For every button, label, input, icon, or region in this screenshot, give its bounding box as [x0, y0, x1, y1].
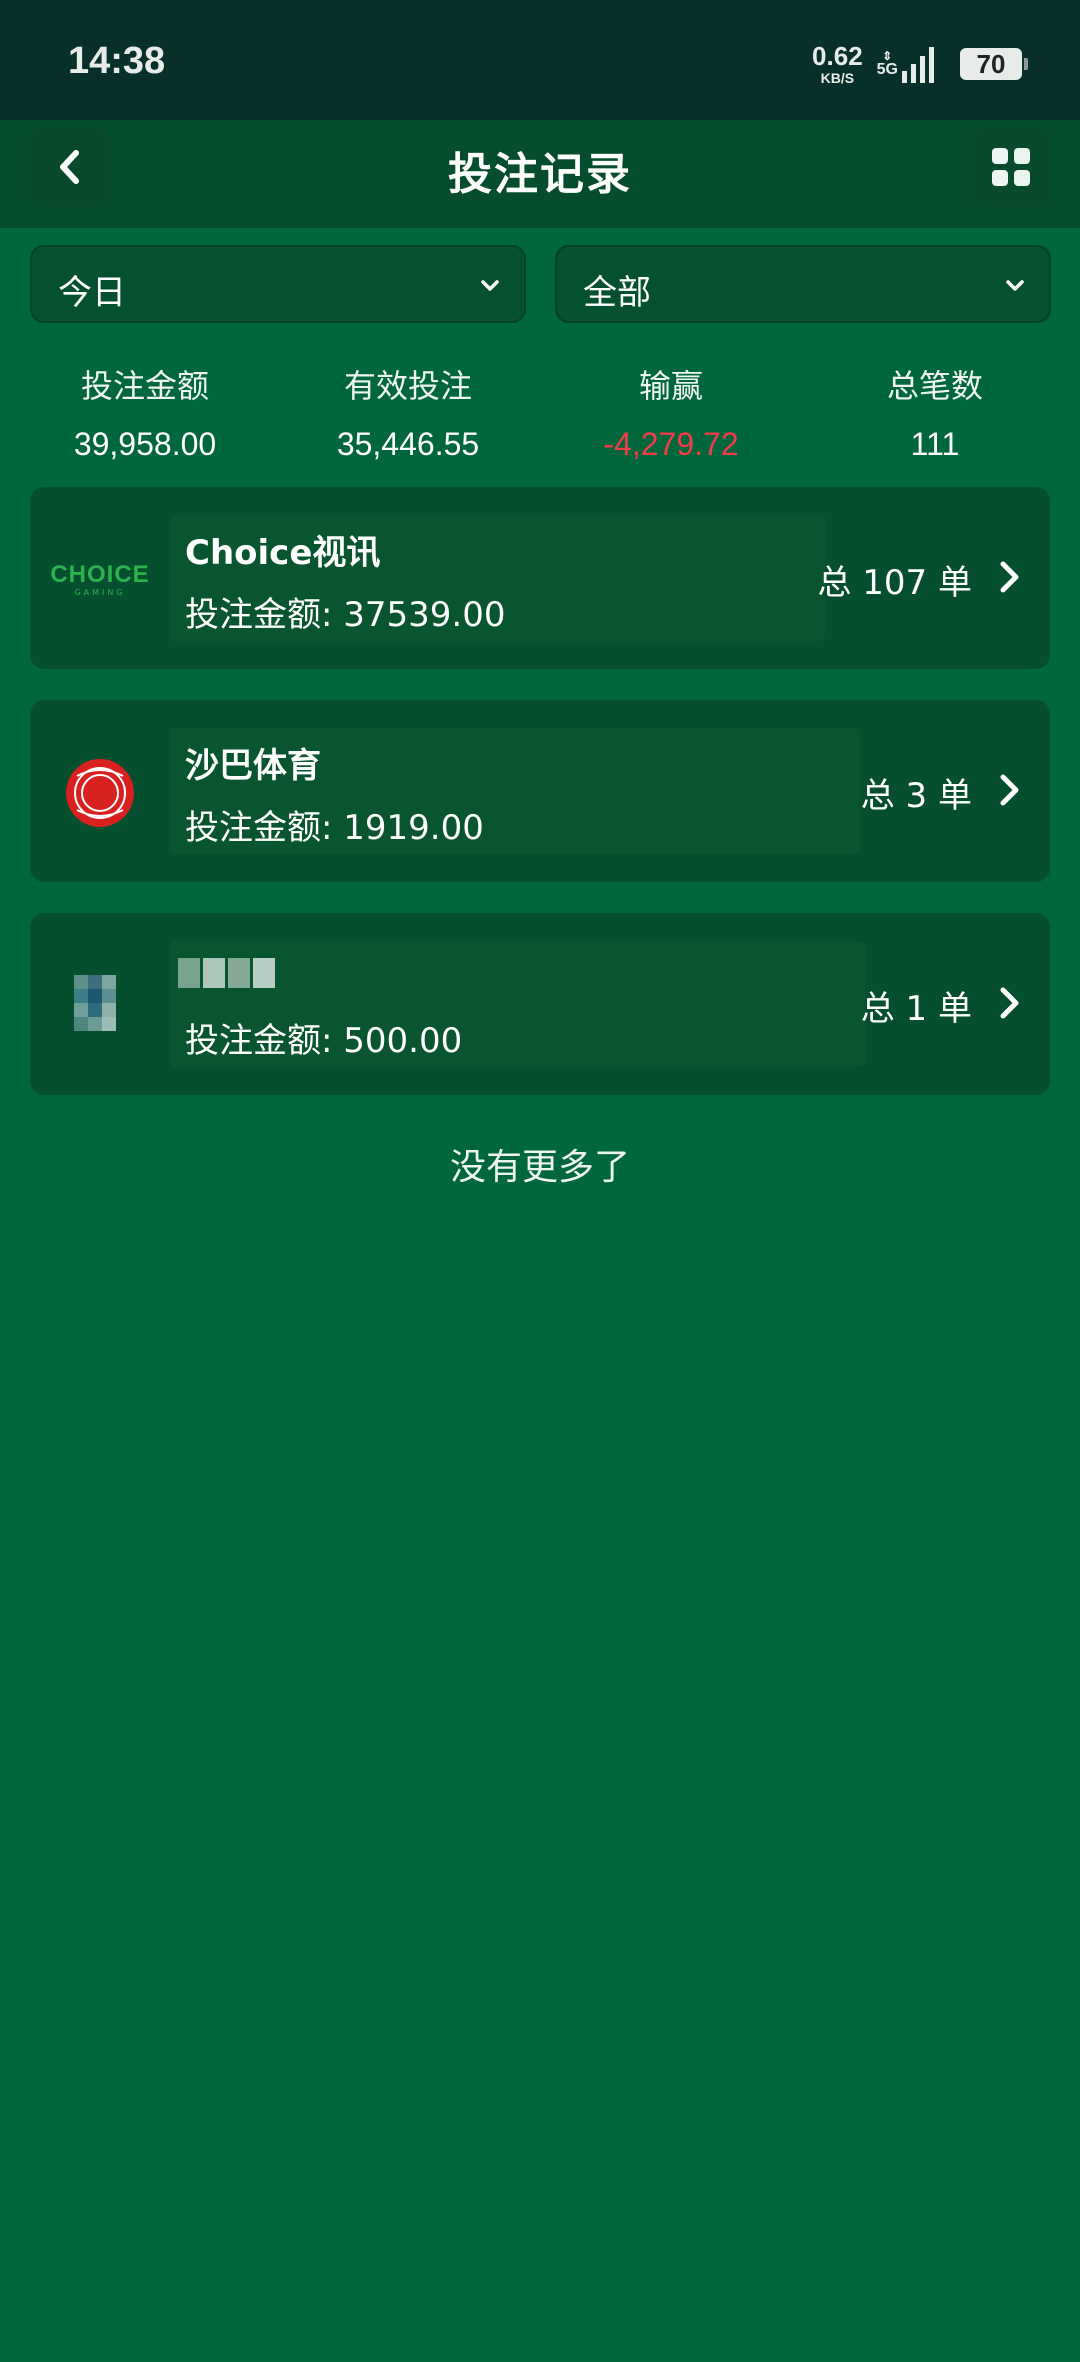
menu-button[interactable]: [972, 128, 1050, 206]
record-name: Choice视讯: [185, 533, 381, 573]
stat-value: 111: [910, 426, 960, 462]
chevron-down-icon: [1006, 280, 1024, 291]
status-time: 14:38: [68, 40, 166, 82]
record-card-saba[interactable]: 沙巴体育 投注金额: 1919.00 总 3 单: [30, 700, 1050, 882]
stat-label: 投注金额: [80, 367, 209, 405]
date-filter-value: 今日: [58, 273, 126, 313]
stat-value: -4,279.72: [603, 426, 739, 462]
record-count: 总 107 单: [817, 563, 972, 603]
record-amount: 投注金额: 1919.00: [185, 808, 484, 848]
choice-logo-text: CHOICE: [50, 561, 150, 588]
record-count: 总 3 单: [860, 776, 972, 816]
blurred-logo-icon: [74, 975, 116, 1031]
saba-logo: [52, 745, 148, 841]
stat-label: 有效投注: [343, 367, 472, 405]
network-type-label: 5G: [876, 61, 898, 78]
chevron-down-icon: [481, 280, 499, 291]
network-speed-unit: KB/S: [820, 70, 855, 86]
record-card-choice[interactable]: CHOICE GAMING Choice视讯 投注金额: 37539.00 总 …: [30, 487, 1050, 669]
stat-valid-bet: 有效投注 35,446.55: [273, 360, 543, 470]
chevron-right-icon: [1000, 987, 1019, 1019]
app-header: 投注记录: [0, 120, 1080, 228]
chevron-right-icon: [1000, 774, 1019, 806]
record-amount: 投注金额: 500.00: [185, 1021, 463, 1061]
saba-logo-icon: [66, 759, 134, 827]
record-count: 总 1 单: [860, 989, 972, 1029]
date-filter-select[interactable]: 今日: [30, 245, 526, 323]
stat-value: 35,446.55: [336, 426, 480, 462]
stat-bet-amount: 投注金额 39,958.00: [10, 360, 280, 470]
record-amount: 投注金额: 37539.00: [185, 595, 506, 635]
summary-stats: 投注金额 39,958.00 有效投注 35,446.55 输赢 -4,279.…: [0, 360, 1080, 470]
network-speed: 0.62 KB/S: [812, 43, 863, 85]
stat-label: 输赢: [638, 367, 703, 405]
stat-total-count: 总笔数 111: [800, 360, 1070, 470]
choice-logo-sub: GAMING: [74, 588, 126, 597]
signal-icon: [902, 45, 934, 83]
record-name: 沙巴体育: [185, 746, 321, 786]
record-card-blurred[interactable]: 投注金额: 500.00 总 1 单: [30, 913, 1050, 1095]
battery-level: 70: [976, 48, 1006, 79]
blurred-logo: [52, 958, 148, 1054]
page-title: 投注记录: [448, 149, 632, 200]
stat-value: 39,958.00: [73, 426, 217, 462]
status-icons: 0.62 KB/S ⇕ 5G 70: [812, 40, 1028, 88]
blurred-name: [178, 958, 275, 988]
network-type: ⇕ 5G: [877, 50, 898, 78]
grid-icon: [992, 148, 1030, 186]
stat-label: 总笔数: [886, 367, 983, 405]
chevron-right-icon: [1000, 561, 1019, 593]
category-filter-select[interactable]: 全部: [555, 245, 1051, 323]
choice-logo: CHOICE GAMING: [50, 532, 150, 628]
stat-win-loss: 输赢 -4,279.72: [536, 360, 806, 470]
no-more-label: 没有更多了: [449, 1147, 630, 1188]
network-speed-value: 0.62: [812, 41, 863, 71]
battery-icon: 70: [960, 48, 1028, 80]
category-filter-value: 全部: [583, 273, 651, 313]
status-bar: 14:38 0.62 KB/S ⇕ 5G 70: [0, 0, 1080, 120]
